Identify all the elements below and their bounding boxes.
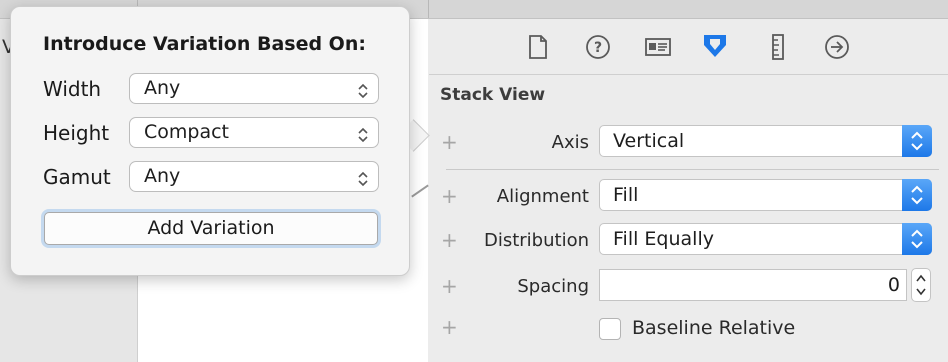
svg-text:?: ?: [594, 40, 602, 56]
size-inspector-icon[interactable]: [764, 33, 792, 61]
popup-arrows-icon: [902, 223, 932, 255]
inspector-toolbar: ?: [429, 19, 948, 75]
popup-arrows-icon: [902, 125, 932, 157]
gamut-select[interactable]: Any: [129, 161, 379, 192]
height-label: Height: [43, 121, 110, 145]
quick-help-icon[interactable]: ?: [584, 33, 612, 61]
attributes-inspector-icon[interactable]: [701, 33, 729, 61]
distribution-label: Distribution: [483, 230, 589, 251]
section-divider: [446, 169, 939, 170]
toolbar-separator: [428, 0, 429, 18]
baseline-relative-label: Baseline Relative: [632, 317, 796, 339]
up-down-chevron-icon: [356, 168, 370, 197]
popover-title: Introduce Variation Based On:: [43, 33, 366, 55]
width-label: Width: [43, 77, 102, 101]
axis-popup[interactable]: Vertical: [599, 125, 932, 157]
baseline-relative-checkbox[interactable]: [599, 318, 621, 340]
gamut-label: Gamut: [43, 165, 111, 189]
up-down-chevron-icon: [356, 80, 370, 109]
spacing-field[interactable]: 0: [599, 269, 907, 301]
width-value: Any: [144, 77, 181, 99]
attributes-inspector: ? Stack View + Axis Vertical + Alignment…: [429, 19, 948, 362]
width-select[interactable]: Any: [129, 73, 379, 104]
section-title: Stack View: [440, 85, 546, 105]
height-value: Compact: [144, 121, 229, 143]
variation-popover: Introduce Variation Based On: Width Any …: [10, 6, 410, 276]
up-down-chevron-icon: [356, 124, 370, 153]
spacing-stepper[interactable]: [911, 268, 931, 302]
connections-inspector-icon[interactable]: [823, 33, 851, 61]
axis-value: Vertical: [613, 130, 685, 152]
alignment-popup[interactable]: Fill: [599, 179, 932, 211]
gamut-value: Any: [144, 165, 181, 187]
alignment-label: Alignment: [496, 186, 589, 207]
add-variation-plus-baseline[interactable]: +: [441, 317, 458, 337]
add-variation-button-label: Add Variation: [44, 212, 378, 245]
identity-inspector-icon[interactable]: [644, 33, 672, 61]
spacing-label: Spacing: [517, 276, 589, 297]
distribution-value: Fill Equally: [613, 228, 714, 250]
alignment-value: Fill: [613, 184, 639, 206]
add-variation-button[interactable]: Add Variation: [41, 209, 381, 248]
distribution-popup[interactable]: Fill Equally: [599, 223, 932, 255]
popup-arrows-icon: [902, 179, 932, 211]
axis-label: Axis: [551, 132, 589, 153]
height-select[interactable]: Compact: [129, 117, 379, 148]
file-inspector-icon[interactable]: [524, 33, 552, 61]
